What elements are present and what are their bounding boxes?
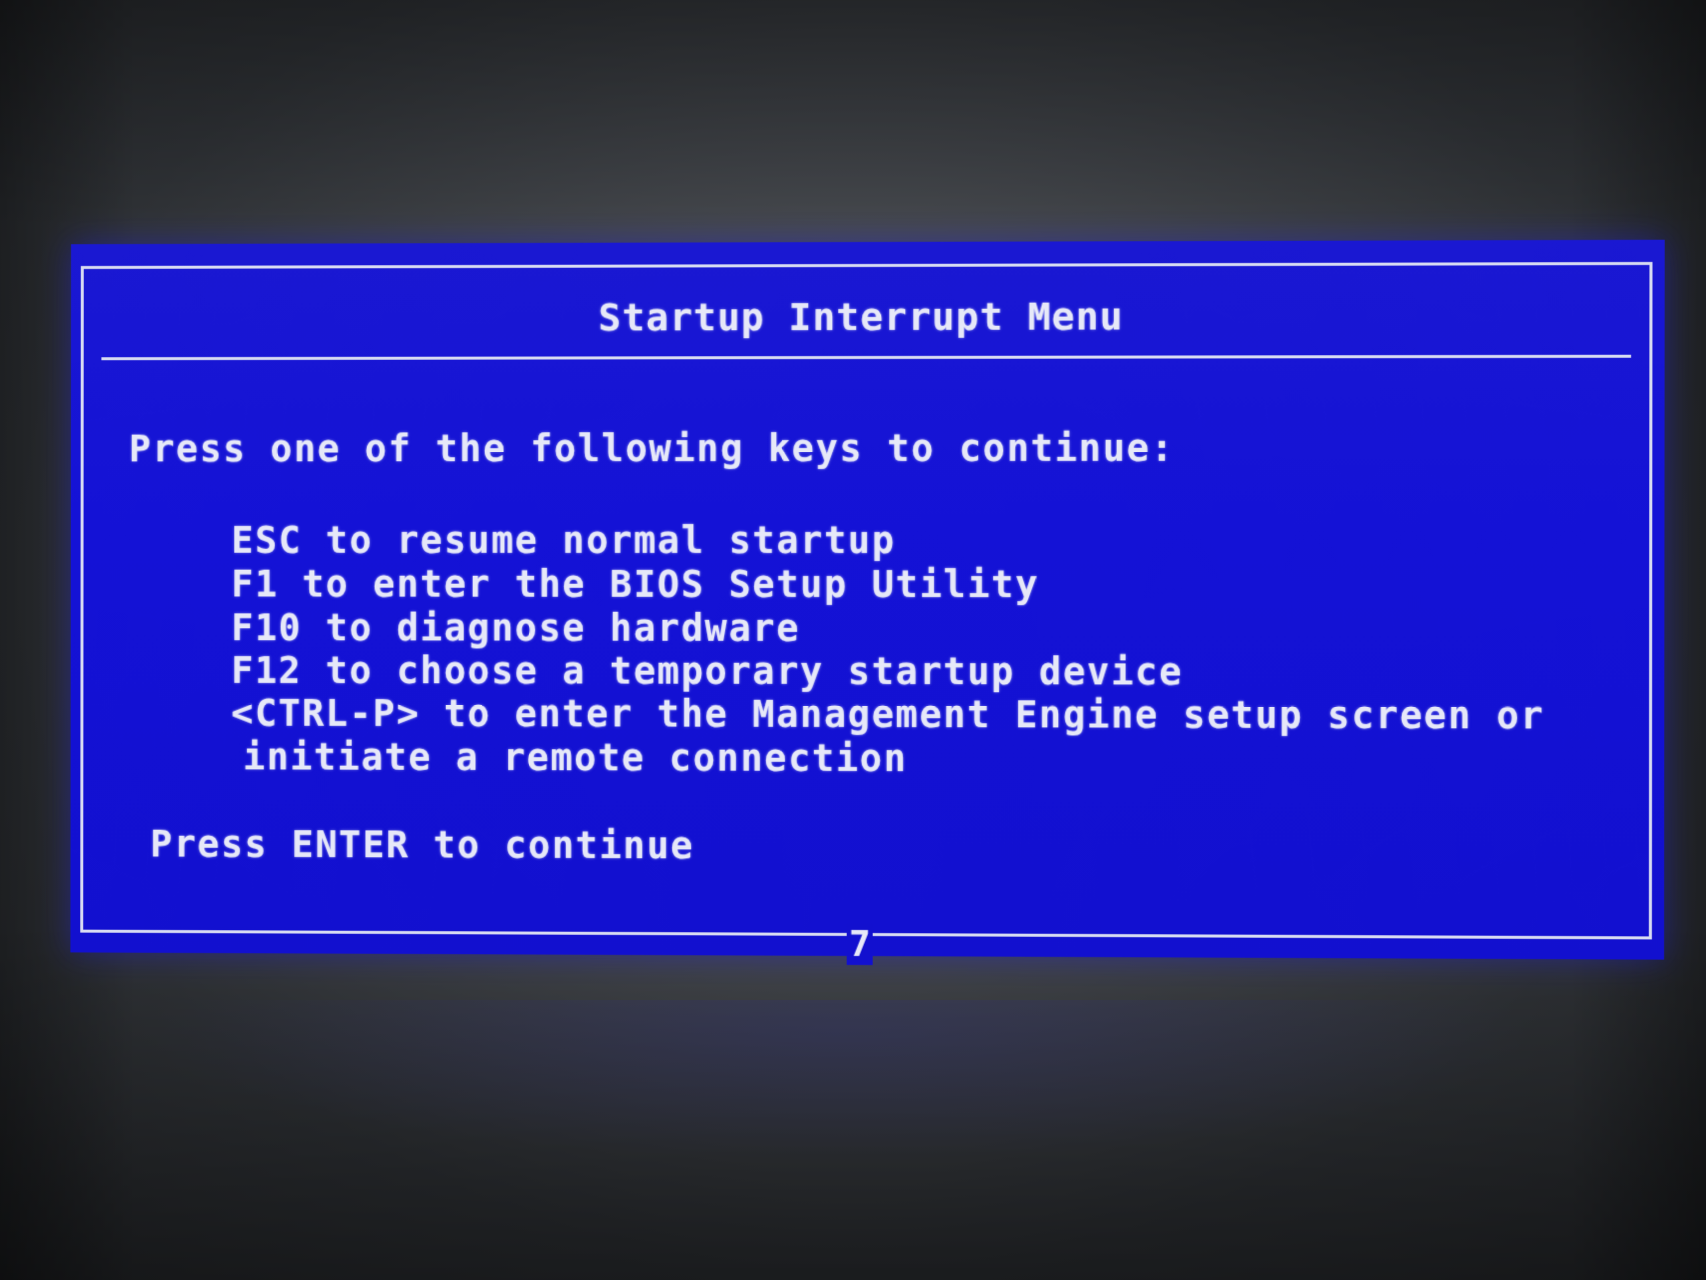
bios-screen: Startup Interrupt Menu Press one of the … [70,239,1665,966]
frame-page-marker: 7 [83,923,1649,967]
instruction-prompt: Press one of the following keys to conti… [128,426,1175,471]
option-ctrl-p-management-engine[interactable]: <CTRL-P> to enter the Management Engine … [231,692,1545,738]
enter-to-continue[interactable]: Press ENTER to continue [150,823,694,868]
option-esc-resume[interactable]: ESC to resume normal startup [231,519,895,562]
option-ctrl-p-continuation[interactable]: initiate a remote connection [243,736,907,781]
page-marker-text: 7 [846,923,873,966]
title-divider [101,354,1632,361]
option-f10-diagnose[interactable]: F10 to diagnose hardware [231,606,800,650]
option-f12-startup-device[interactable]: F12 to choose a temporary startup device [231,649,1183,693]
dialog-title: Startup Interrupt Menu [598,294,1124,340]
option-f1-bios-setup[interactable]: F1 to enter the BIOS Setup Utility [231,563,1039,606]
screen-reflection [140,1000,1540,1160]
dialog-frame: Startup Interrupt Menu Press one of the … [80,261,1653,966]
